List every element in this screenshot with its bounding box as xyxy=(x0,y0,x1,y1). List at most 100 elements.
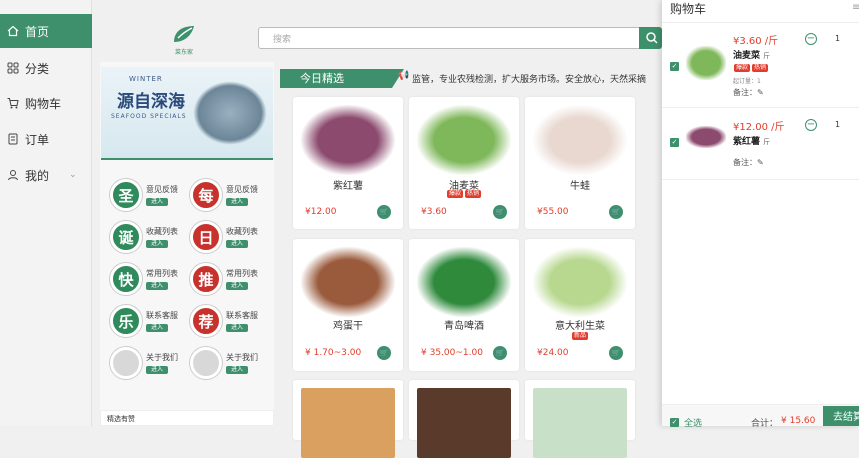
add-to-cart-button[interactable]: 🛒 xyxy=(493,346,507,360)
product-image xyxy=(301,247,395,317)
item-image xyxy=(686,46,726,80)
add-to-cart-button[interactable]: 🛒 xyxy=(377,346,391,360)
add-to-cart-button[interactable]: 🛒 xyxy=(609,205,623,219)
item-checkbox[interactable]: ✓ xyxy=(670,138,679,147)
enter-button[interactable]: 进入 xyxy=(226,240,248,248)
search-placeholder: 搜索 xyxy=(273,34,292,45)
product-image xyxy=(417,388,511,458)
nav-item-cart[interactable]: 购物车 xyxy=(0,86,92,120)
product-card[interactable]: 青岛啤酒 ¥ 35.00~1.00 🛒 xyxy=(409,239,519,371)
quick-link-2[interactable]: 诞收藏列表 进入 xyxy=(110,221,178,253)
leaf-logo-icon xyxy=(174,26,194,42)
search-icon xyxy=(646,32,658,44)
enter-button[interactable]: 进入 xyxy=(146,240,168,248)
product-card[interactable]: 意大利生菜 新品 ¥24.00 🛒 xyxy=(525,239,635,371)
product-price: ¥55.00 xyxy=(537,207,569,217)
home-icon xyxy=(6,24,20,38)
enter-button[interactable]: 进入 xyxy=(226,198,248,206)
enter-button[interactable]: 进入 xyxy=(146,366,168,374)
quick-link-0[interactable]: 圣意见反馈 进入 xyxy=(110,179,178,211)
note-field[interactable]: 备注：✎ xyxy=(733,157,764,168)
nav-item-home[interactable]: 首页 xyxy=(0,14,92,48)
product-tag: 新品 xyxy=(571,332,588,340)
badge-icon: 快 xyxy=(110,263,142,295)
cart-item: ✓ ¥3.60 /斤 油麦菜 斤爆款 热销 起订量：1 备注：✎ −1 xyxy=(662,24,859,108)
product-name: 青岛啤酒 xyxy=(444,321,484,332)
quick-link-7[interactable]: 荐联系客服 进入 xyxy=(190,305,258,337)
product-card[interactable]: 牛蛙 ¥55.00 🛒 xyxy=(525,97,635,229)
checkout-button[interactable]: 去结算 xyxy=(823,406,859,426)
product-card[interactable] xyxy=(409,380,519,458)
product-card[interactable] xyxy=(525,380,635,458)
order-icon xyxy=(6,132,20,146)
quick-links-grid: 圣意见反馈 进入每意见反馈 进入诞收藏列表 进入日收藏列表 进入快常用列表 进入推常用列表… xyxy=(110,179,270,379)
add-to-cart-button[interactable]: 🛒 xyxy=(377,205,391,219)
add-to-cart-button[interactable]: 🛒 xyxy=(493,205,507,219)
product-image xyxy=(301,105,395,175)
item-price: ¥3.60 /斤 xyxy=(733,36,779,47)
banner-divider xyxy=(101,158,273,160)
quick-link-5[interactable]: 推常用列表 进入 xyxy=(190,263,258,295)
quick-link-1[interactable]: 每意见反馈 进入 xyxy=(190,179,258,211)
product-card[interactable]: 油麦菜 爆款 热销 ¥3.60 🛒 xyxy=(409,97,519,229)
quick-link-4[interactable]: 快常用列表 进入 xyxy=(110,263,178,295)
product-image xyxy=(417,247,511,317)
item-tag: 爆款 xyxy=(734,64,751,72)
min-order: 起订量：1 xyxy=(733,78,761,85)
enter-button[interactable]: 进入 xyxy=(146,324,168,332)
search-button[interactable] xyxy=(639,27,662,49)
product-tag: 热销 xyxy=(465,190,482,198)
product-tag: 爆款 xyxy=(446,190,463,198)
fish-image xyxy=(193,81,267,145)
badge-icon xyxy=(110,347,142,379)
logo-text: 菜东家 xyxy=(174,49,193,56)
note-field[interactable]: 备注：✎ xyxy=(733,87,764,98)
product-price: ¥ 1.70~3.00 xyxy=(305,348,362,358)
enter-button[interactable]: 进入 xyxy=(146,282,168,290)
grid-icon xyxy=(6,61,20,75)
product-price: ¥12.00 xyxy=(305,207,337,217)
chevron-down-icon: ⌄ xyxy=(69,170,77,180)
add-to-cart-button[interactable]: 🛒 xyxy=(609,346,623,360)
enter-button[interactable]: 进入 xyxy=(226,366,248,374)
cart-icon xyxy=(6,96,20,110)
item-name: 油麦菜 xyxy=(733,51,761,61)
enter-button[interactable]: 进入 xyxy=(226,324,248,332)
badge-icon: 圣 xyxy=(110,179,142,211)
enter-button[interactable]: 进入 xyxy=(146,198,168,206)
product-image xyxy=(533,388,627,458)
quick-link-8[interactable]: 关于我们 进入 xyxy=(110,347,178,379)
item-checkbox[interactable]: ✓ xyxy=(670,62,679,71)
decrease-qty-button[interactable]: − xyxy=(805,33,817,45)
nav-item-category[interactable]: 分类 xyxy=(0,51,92,85)
badge-icon: 每 xyxy=(190,179,222,211)
product-name: 鸡蛋干 xyxy=(333,321,363,332)
product-card[interactable]: 鸡蛋干 ¥ 1.70~3.00 🛒 xyxy=(293,239,403,371)
cart-item: ✓ ¥12.00 /斤 紫红薯 斤备注：✎ −1 xyxy=(662,108,859,180)
product-card[interactable] xyxy=(293,380,403,458)
quick-link-6[interactable]: 乐联系客服 进入 xyxy=(110,305,178,337)
decrease-qty-button[interactable]: − xyxy=(805,119,817,131)
logo[interactable]: 菜东家 xyxy=(170,24,200,56)
product-card[interactable]: 紫红薯 ¥12.00 🛒 xyxy=(293,97,403,229)
search-input[interactable]: 搜索 xyxy=(258,27,642,49)
nav-item-orders[interactable]: 订单 xyxy=(0,122,92,156)
item-name: 紫红薯 xyxy=(733,137,761,147)
quick-link-9[interactable]: 关于我们 进入 xyxy=(190,347,258,379)
item-qty[interactable]: 1 xyxy=(835,120,840,129)
product-price: ¥ 35.00~1.00 xyxy=(421,348,483,358)
product-image xyxy=(533,105,627,175)
badge-icon: 日 xyxy=(190,221,222,253)
nav-item-mine[interactable]: 我的 ⌄ xyxy=(0,158,92,192)
cart-title: 购物车 xyxy=(670,2,707,16)
enter-button[interactable]: 进入 xyxy=(226,282,248,290)
today-picks-tab[interactable]: 今日精选 xyxy=(280,69,392,88)
promo-banner[interactable]: WINTER 源自深海 SEAFOOD SPECIALS xyxy=(101,67,273,159)
select-all-label[interactable]: 全选 xyxy=(684,416,702,429)
item-qty[interactable]: 1 xyxy=(835,34,840,43)
close-icon[interactable]: ≡ xyxy=(852,2,859,13)
product-image xyxy=(301,388,395,458)
product-price: ¥3.60 xyxy=(421,207,447,217)
edit-icon: ✎ xyxy=(757,158,764,167)
quick-link-3[interactable]: 日收藏列表 进入 xyxy=(190,221,258,253)
